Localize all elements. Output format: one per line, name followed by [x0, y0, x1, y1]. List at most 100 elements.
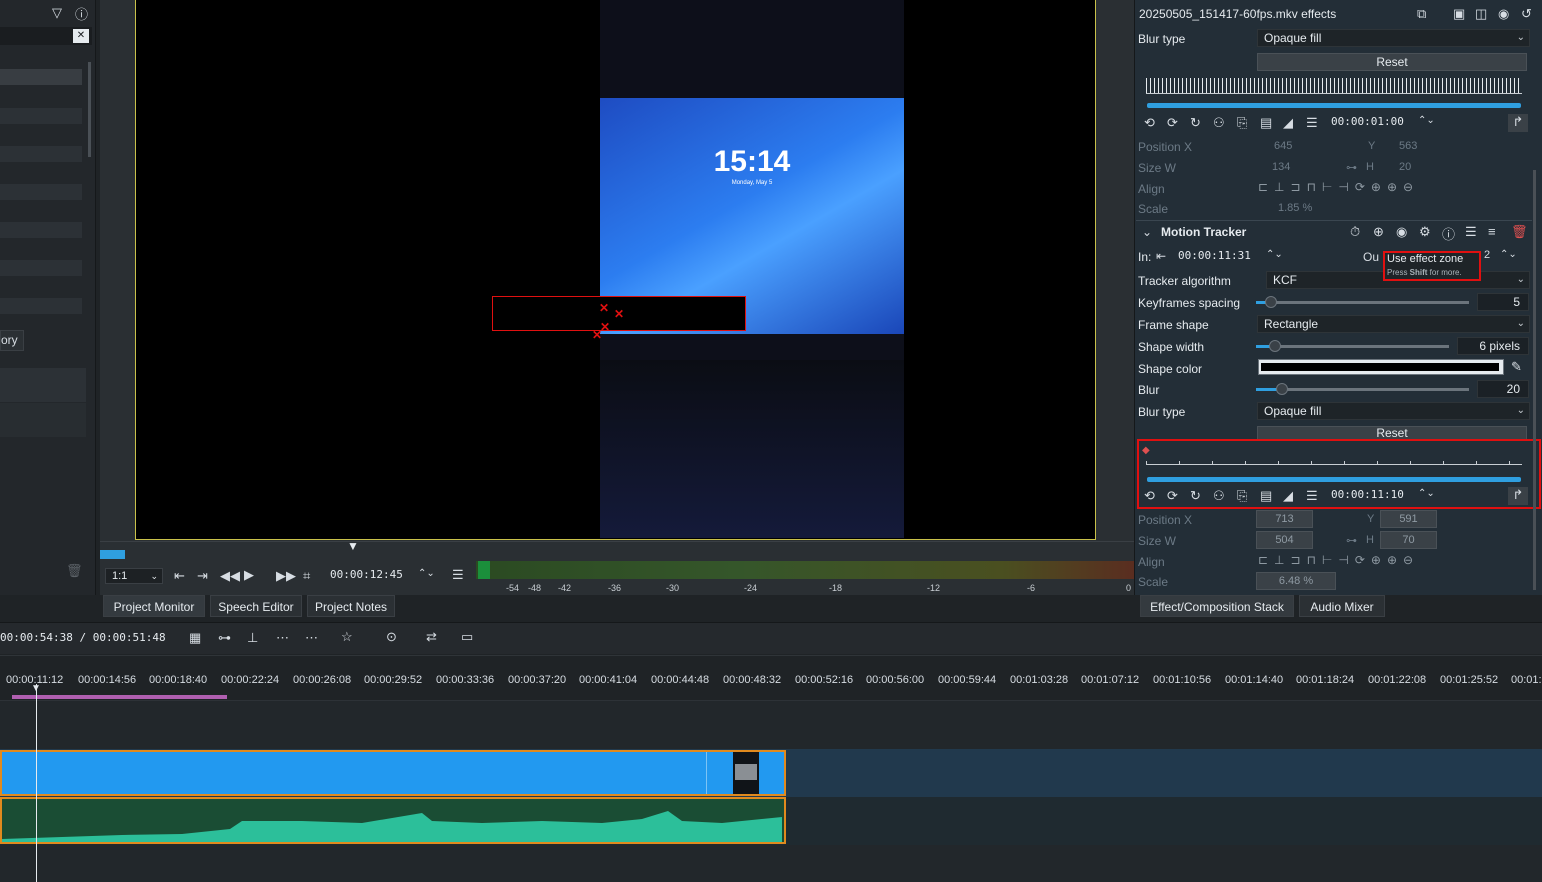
reset-button[interactable]: Reset [1257, 426, 1527, 440]
compare-icon[interactable]: ⧉ [1417, 6, 1426, 22]
zoom-icon[interactable]: ⊕ [1373, 224, 1384, 240]
monitor-timecode[interactable]: 00:00:12:45 [330, 568, 403, 581]
curve-icon[interactable]: ↱ [1508, 487, 1528, 505]
position-x-input[interactable]: 713 [1256, 510, 1313, 528]
zoom-select[interactable]: 1:1 ⌄ [105, 568, 163, 584]
settings-icon[interactable]: ⚙ [1419, 224, 1431, 240]
overwrite-icon[interactable]: ⊥ [247, 630, 258, 646]
set-zone-out-icon[interactable]: ⇥ [197, 568, 208, 584]
menu-icon[interactable]: ☰ [1465, 224, 1477, 240]
sync-icon[interactable]: ⇄ [426, 629, 437, 645]
info-icon[interactable]: ⓘ [75, 4, 88, 23]
align-icons[interactable]: ⊏⊥⊐⊓⊢⊣⟳⊕⊕⊖ [1258, 553, 1419, 567]
in-stepper[interactable]: ⌃⌄ [1266, 249, 1283, 260]
shape-color-swatch[interactable] [1258, 359, 1504, 375]
insert-icon[interactable]: ⊶ [218, 630, 231, 646]
center-icon[interactable]: ⚇ [1213, 115, 1225, 131]
in-timecode[interactable]: 00:00:11:31 [1178, 249, 1251, 262]
zone-marker[interactable] [100, 550, 125, 559]
prev-keyframe-icon[interactable]: ⟲ [1144, 488, 1155, 504]
list-item[interactable] [0, 298, 82, 314]
eye-icon[interactable]: ◉ [1396, 224, 1407, 240]
timeline-timecode[interactable]: 00:00:54:38 / 00:00:51:48 [0, 631, 166, 644]
star-icon[interactable]: ☆ [341, 629, 353, 645]
timer-icon[interactable]: ⏱ [1350, 224, 1360, 240]
interpolation-icon[interactable]: ◢ [1283, 488, 1293, 504]
record-icon[interactable]: ⊙ [386, 629, 397, 645]
trash-icon[interactable]: 🗑 [66, 563, 83, 579]
link-icon[interactable]: ⊶ [1346, 534, 1357, 547]
h-input[interactable]: 70 [1380, 531, 1437, 549]
bin-scrollbar[interactable] [88, 62, 91, 157]
y-input[interactable]: 591 [1380, 510, 1437, 528]
y-value[interactable]: 563 [1399, 140, 1417, 152]
info-icon[interactable]: ⓘ [1442, 224, 1455, 243]
prev-keyframe-icon[interactable]: ⟲ [1144, 115, 1155, 131]
partial-button[interactable]: ory [0, 330, 24, 351]
keyframe-zone-bar[interactable] [1147, 103, 1521, 108]
keyframe-zone-bar[interactable] [1147, 477, 1521, 482]
list-item[interactable] [0, 108, 82, 124]
collapse-effect-icon[interactable]: ⌄ [1142, 225, 1152, 239]
scale-input[interactable]: 6.48 % [1256, 572, 1336, 590]
tab-project-notes[interactable]: Project Notes [307, 595, 395, 617]
delete-icon[interactable]: 🗑 [1511, 224, 1528, 240]
filter-icon[interactable]: ▽ [52, 5, 62, 21]
split-view-icon[interactable]: ◫ [1475, 6, 1487, 22]
link-icon[interactable]: ⊶ [1346, 161, 1357, 174]
position-x-value[interactable]: 645 [1274, 140, 1292, 152]
blur-knob[interactable] [1276, 383, 1288, 395]
size-w-input[interactable]: 504 [1256, 531, 1313, 549]
timecode-stepper[interactable]: ⌃⌄ [418, 568, 435, 579]
keyframe-strip[interactable] [1146, 78, 1522, 94]
kf-spacing-slider[interactable] [1256, 301, 1469, 304]
lift-icon[interactable]: ⋯ [305, 630, 318, 646]
extract-icon[interactable]: ⋯ [276, 630, 289, 646]
list-item[interactable] [0, 69, 82, 85]
shape-width-input[interactable]: 6 pixels [1457, 337, 1529, 355]
out-stepper[interactable]: ⌃⌄ [1500, 249, 1517, 260]
list-item[interactable] [0, 260, 82, 276]
set-in-icon[interactable]: ⇤ [1156, 249, 1166, 263]
size-w-value[interactable]: 134 [1272, 161, 1290, 173]
tab-speech-editor[interactable]: Speech Editor [210, 595, 302, 617]
save-stack-icon[interactable]: ▣ [1453, 6, 1465, 22]
next-keyframe-icon[interactable]: ↻ [1190, 488, 1201, 504]
kf-spacing-input[interactable]: 5 [1477, 293, 1529, 311]
monitor-ruler[interactable]: ▼ [100, 539, 1134, 559]
keyframe-menu-icon[interactable]: ☰ [1306, 488, 1318, 504]
keyframe-timecode[interactable]: 00:00:01:00 [1331, 115, 1404, 128]
timeline-zone-bar[interactable] [12, 695, 227, 699]
copy-icon[interactable]: ⎘ [1237, 115, 1247, 131]
add-keyframe-icon[interactable]: ⟳ [1167, 488, 1178, 504]
list-item[interactable] [0, 146, 82, 162]
monitor-menu-icon[interactable]: ☰ [452, 567, 464, 583]
out-value[interactable]: 2 [1484, 249, 1490, 261]
timecode-stepper[interactable]: ⌃⌄ [1418, 115, 1435, 126]
h-value[interactable]: 20 [1399, 161, 1411, 173]
playhead-marker-icon[interactable]: ▼ [31, 683, 41, 694]
next-keyframe-icon[interactable]: ↻ [1190, 115, 1201, 131]
kf-spacing-knob[interactable] [1265, 296, 1277, 308]
list-item[interactable] [0, 184, 82, 200]
color-picker-icon[interactable]: ✎ [1511, 359, 1522, 375]
forward-icon[interactable]: ▶▶ [276, 568, 296, 584]
crop-icon[interactable]: ⌗ [303, 568, 310, 584]
monitor-canvas[interactable]: 15:14 Monday, May 5 [135, 0, 1096, 540]
interpolation-icon[interactable]: ◢ [1283, 115, 1293, 131]
blur-type-select[interactable]: Opaque fill ⌄ [1257, 402, 1530, 420]
keyframe-menu-icon[interactable]: ☰ [1306, 115, 1318, 131]
eye-icon[interactable]: ◉ [1498, 6, 1509, 22]
reset-button[interactable]: Reset [1257, 53, 1527, 71]
keyframe-strip[interactable] [1146, 452, 1522, 465]
blur-type-select[interactable]: Opaque fill ⌄ [1257, 29, 1530, 47]
monitor-playhead[interactable]: ▼ [347, 539, 359, 553]
center-icon[interactable]: ⚇ [1213, 488, 1225, 504]
collapse-icon[interactable]: ↺ [1521, 6, 1532, 22]
frame-shape-select[interactable]: Rectangle ⌄ [1257, 315, 1530, 333]
curve-icon[interactable]: ↱ [1508, 114, 1528, 132]
play-icon[interactable]: ▶ [244, 567, 254, 583]
tab-audio-mixer[interactable]: Audio Mixer [1299, 595, 1385, 617]
scale-value[interactable]: 1.85 % [1278, 202, 1312, 214]
shape-width-knob[interactable] [1269, 340, 1281, 352]
